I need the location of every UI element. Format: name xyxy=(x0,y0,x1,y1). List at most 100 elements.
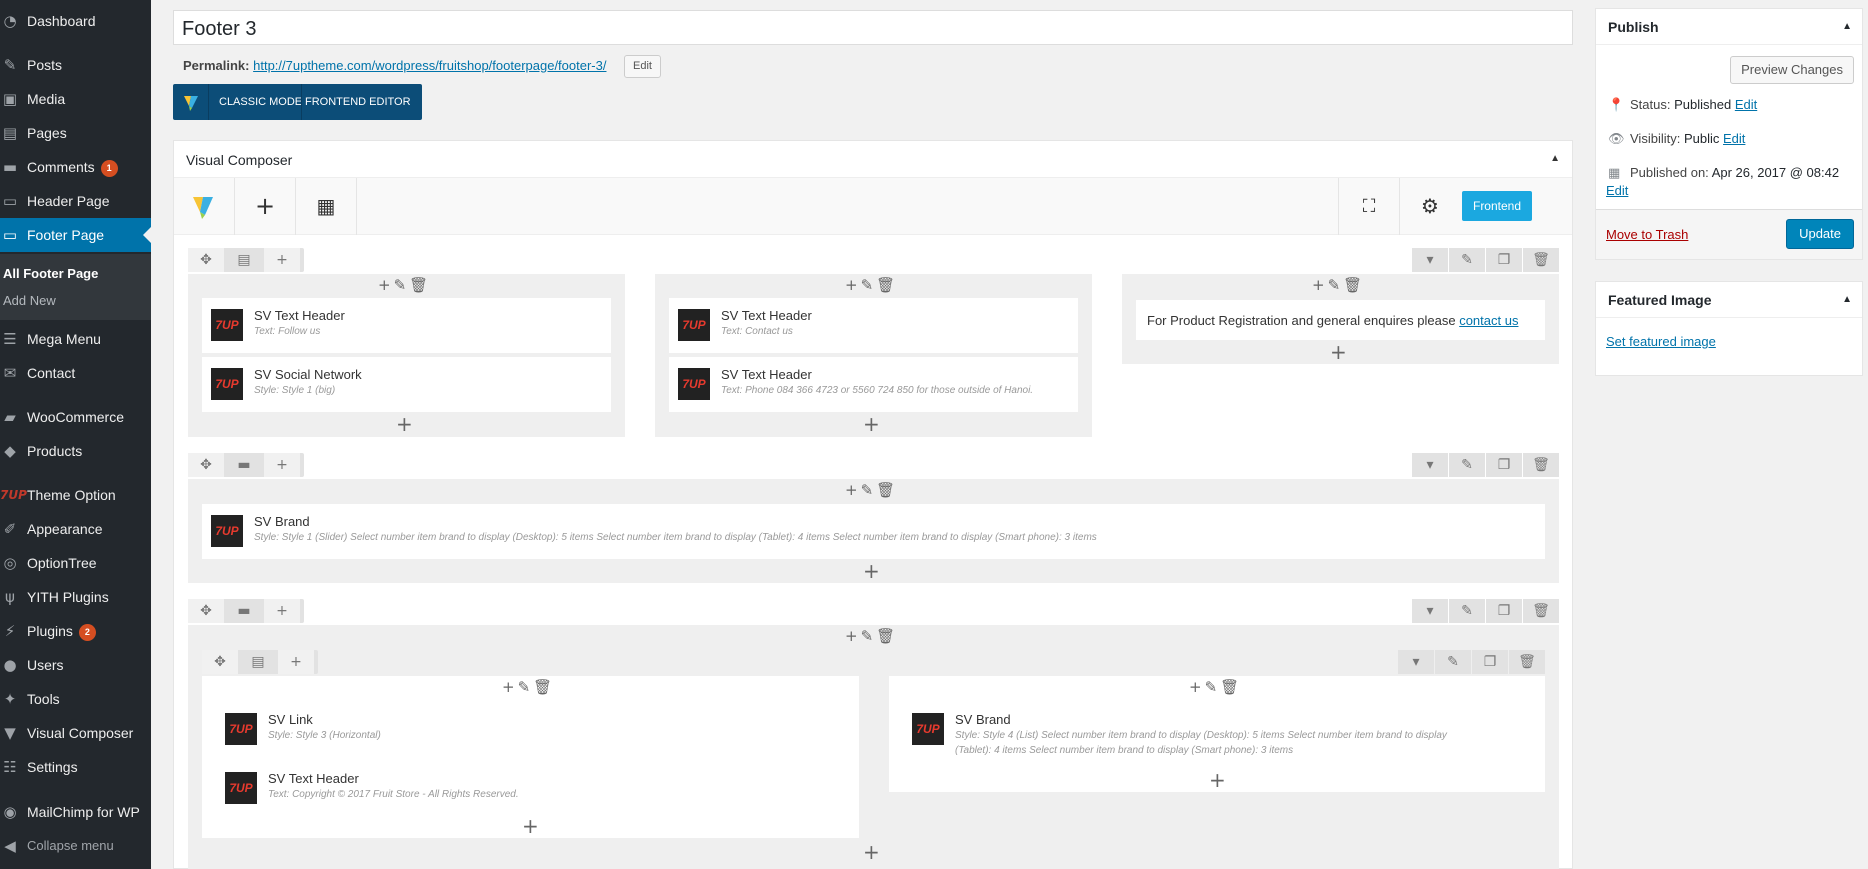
sidebar-item-visual-composer[interactable]: ▼ Visual Composer xyxy=(0,716,151,750)
frontend-button[interactable]: Frontend xyxy=(1462,191,1532,221)
sidebar-item-theme-option[interactable]: 7UP Theme Option xyxy=(0,478,151,512)
row-add-column-icon[interactable]: + xyxy=(278,650,314,674)
update-button[interactable]: Update xyxy=(1786,219,1854,249)
sidebar-item-pages[interactable]: ▤ Pages xyxy=(0,116,151,150)
sidebar-item-tools[interactable]: ✦ Tools xyxy=(0,682,151,716)
row-toggle-icon[interactable]: ▾ xyxy=(1412,453,1448,477)
collapse-arrow-icon[interactable]: ▲ xyxy=(1842,294,1852,305)
row-move-icon[interactable]: ✥ xyxy=(188,599,224,623)
sidebar-item-yith-plugins[interactable]: ψ YITH Plugins xyxy=(0,580,151,614)
row-edit-icon[interactable]: ✎ xyxy=(1449,599,1485,623)
add-element-plus-icon[interactable]: + xyxy=(1209,768,1226,792)
published-on-edit-link[interactable]: Edit xyxy=(1606,183,1628,198)
permalink-edit-button[interactable]: Edit xyxy=(624,55,661,78)
add-element-plus-icon[interactable]: + xyxy=(1330,340,1347,364)
row-edit-icon[interactable]: ✎ xyxy=(1435,650,1471,674)
sidebar-item-woocommerce[interactable]: ▰ WooCommerce xyxy=(0,400,151,434)
row-clone-icon[interactable]: ❐ xyxy=(1486,599,1522,623)
element-sv-link[interactable]: 7UP SV Link Style: Style 3 (Horizontal) xyxy=(216,702,846,757)
row-layout-icon[interactable]: ▤ xyxy=(240,650,276,674)
permalink-link[interactable]: http://7uptheme.com/wordpress/fruitshop/… xyxy=(253,58,606,73)
row-clone-icon[interactable]: ❐ xyxy=(1486,248,1522,272)
row-add-column-icon[interactable]: + xyxy=(264,248,300,272)
sidebar-item-footer-page[interactable]: ▭ Footer Page xyxy=(0,218,151,252)
sidebar-item-products[interactable]: ◆ Products xyxy=(0,434,151,468)
sidebar-item-mailchimp-for-wp[interactable]: ◉ MailChimp for WP xyxy=(0,795,151,829)
sidebar-item-collapse-menu[interactable]: ◀ Collapse menu xyxy=(0,829,151,863)
row-delete-icon[interactable]: 🗑 xyxy=(1523,599,1559,623)
row-delete-icon[interactable]: 🗑 xyxy=(1523,453,1559,477)
classic-mode-button[interactable]: CLASSIC MODE xyxy=(219,96,302,108)
sidebar-item-dashboard[interactable]: ◔ Dashboard xyxy=(0,4,151,38)
add-element-plus-icon[interactable]: + xyxy=(396,412,413,436)
frontend-editor-button[interactable]: FRONTEND EDITOR xyxy=(305,96,411,108)
preview-changes-button[interactable]: Preview Changes xyxy=(1730,56,1854,84)
sidebar-item-mega-menu[interactable]: ☰ Mega Menu xyxy=(0,322,151,356)
column-tools[interactable]: +✎🗑 xyxy=(502,678,555,696)
row-layout-icon[interactable]: ▬ xyxy=(226,599,262,623)
post-title-input[interactable]: Footer 3 xyxy=(173,10,1573,45)
sidebar-item-settings[interactable]: ☷ Settings xyxy=(0,750,151,784)
column-tools[interactable]: +✎🗑 xyxy=(845,276,898,294)
templates-button[interactable]: ▦ xyxy=(296,178,357,235)
contact-us-link[interactable]: contact us xyxy=(1459,313,1518,328)
row-move-icon[interactable]: ✥ xyxy=(202,650,238,674)
row-clone-icon[interactable]: ❐ xyxy=(1472,650,1508,674)
add-element-plus-icon[interactable]: + xyxy=(522,814,539,838)
column-tools[interactable]: +✎🗑 xyxy=(845,627,898,645)
row-move-icon[interactable]: ✥ xyxy=(188,248,224,272)
add-element-plus-icon[interactable]: + xyxy=(863,840,880,864)
column-tools[interactable]: +✎🗑 xyxy=(1189,678,1242,696)
column-tools[interactable]: +✎🗑 xyxy=(378,276,431,294)
submenu-add-new[interactable]: Add New xyxy=(3,293,56,308)
publish-header[interactable]: Publish ▲ xyxy=(1596,9,1862,45)
status-edit-link[interactable]: Edit xyxy=(1735,97,1757,112)
sidebar-item-comments[interactable]: ▬ Comments 1 xyxy=(0,150,151,184)
element-sv-text-header[interactable]: 7UP SV Text Header Text: Phone 084 366 4… xyxy=(669,357,1078,412)
move-to-trash-link[interactable]: Move to Trash xyxy=(1606,227,1688,242)
row-toggle-icon[interactable]: ▾ xyxy=(1412,599,1448,623)
sidebar-item-appearance[interactable]: ✐ Appearance xyxy=(0,512,151,546)
element-sv-brand[interactable]: 7UP SV Brand Style: Style 4 (List) Selec… xyxy=(903,702,1533,766)
element-sv-text-header[interactable]: 7UP SV Text Header Text: Copyright © 201… xyxy=(216,761,846,816)
column-tools[interactable]: +✎🗑 xyxy=(845,481,898,499)
add-element-button[interactable]: + xyxy=(235,178,296,235)
fullscreen-button[interactable]: ⛶ xyxy=(1338,178,1399,235)
element-sv-social-network[interactable]: 7UP SV Social Network Style: Style 1 (bi… xyxy=(202,357,611,412)
sidebar-item-posts[interactable]: ✎ Posts xyxy=(0,48,151,82)
element-sv-text-header[interactable]: 7UP SV Text Header Text: Follow us xyxy=(202,298,611,353)
element-text-block[interactable]: For Product Registration and general enq… xyxy=(1136,300,1545,340)
row-add-column-icon[interactable]: + xyxy=(264,453,300,477)
row-edit-icon[interactable]: ✎ xyxy=(1449,248,1485,272)
row-layout-icon[interactable]: ▤ xyxy=(226,248,262,272)
row-move-icon[interactable]: ✥ xyxy=(188,453,224,477)
add-element-plus-icon[interactable]: + xyxy=(863,412,880,436)
sidebar-item-users[interactable]: ● Users xyxy=(0,648,151,682)
row-clone-icon[interactable]: ❐ xyxy=(1486,453,1522,477)
add-element-plus-icon[interactable]: + xyxy=(863,559,880,583)
row-delete-icon[interactable]: 🗑 xyxy=(1523,248,1559,272)
visibility-edit-link[interactable]: Edit xyxy=(1723,131,1745,146)
sidebar-item-plugins[interactable]: ⚡ Plugins 2 xyxy=(0,614,151,648)
row-toggle-icon[interactable]: ▾ xyxy=(1398,650,1434,674)
vc-toolbar: + ▦ ⛶ ⚙ Frontend xyxy=(174,178,1572,235)
sidebar-item-header-page[interactable]: ▭ Header Page xyxy=(0,184,151,218)
settings-gear-button[interactable]: ⚙ xyxy=(1399,178,1460,235)
element-sv-text-header[interactable]: 7UP SV Text Header Text: Contact us xyxy=(669,298,1078,353)
featured-image-header[interactable]: Featured Image ▲ xyxy=(1596,282,1862,318)
submenu-all-footer-page[interactable]: All Footer Page xyxy=(3,266,98,281)
set-featured-image-link[interactable]: Set featured image xyxy=(1606,334,1716,349)
collapse-arrow-icon[interactable]: ▲ xyxy=(1550,153,1560,164)
row-toggle-icon[interactable]: ▾ xyxy=(1412,248,1448,272)
sidebar-item-contact[interactable]: ✉ Contact xyxy=(0,356,151,390)
element-sv-brand[interactable]: 7UP SV Brand Style: Style 1 (Slider) Sel… xyxy=(202,504,1545,559)
column-tools[interactable]: +✎🗑 xyxy=(1312,276,1365,294)
row-add-column-icon[interactable]: + xyxy=(264,599,300,623)
sidebar-item-optiontree[interactable]: ◎ OptionTree xyxy=(0,546,151,580)
row-edit-icon[interactable]: ✎ xyxy=(1449,453,1485,477)
row-delete-icon[interactable]: 🗑 xyxy=(1509,650,1545,674)
sidebar-item-media[interactable]: ▣ Media xyxy=(0,82,151,116)
text-block-content: For Product Registration and general enq… xyxy=(1147,313,1518,328)
row-layout-icon[interactable]: ▬ xyxy=(226,453,262,477)
collapse-arrow-icon[interactable]: ▲ xyxy=(1842,21,1852,32)
